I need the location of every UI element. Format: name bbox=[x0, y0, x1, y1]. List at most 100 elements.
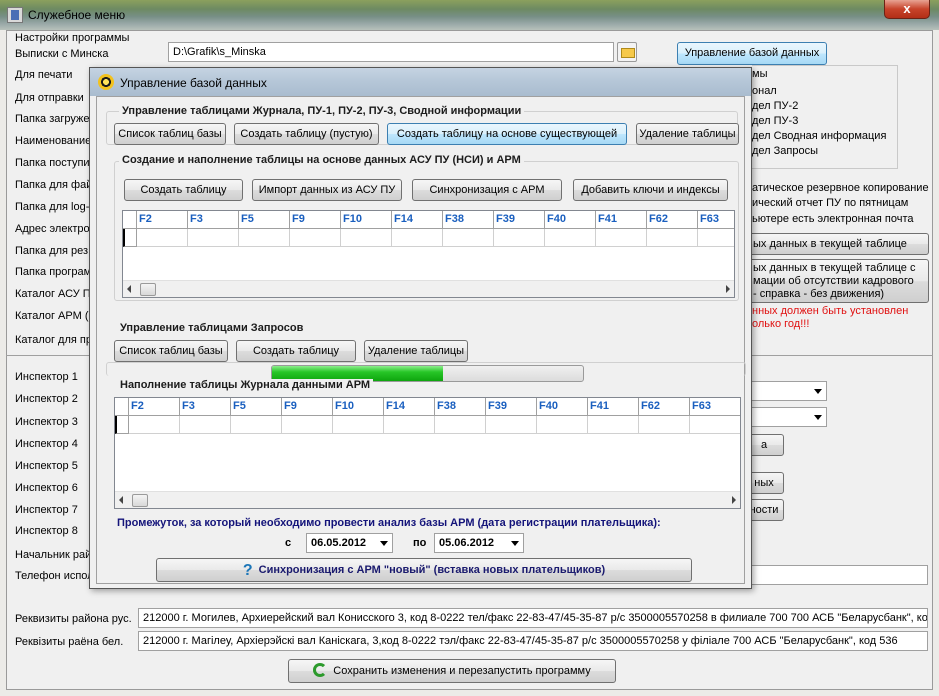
current-table-button[interactable]: ых данных в текущей таблице bbox=[744, 233, 929, 255]
grid-column-header[interactable]: F39 bbox=[486, 398, 537, 416]
grid-column-header[interactable]: F5 bbox=[231, 398, 282, 416]
horizontal-scrollbar[interactable] bbox=[115, 491, 740, 508]
grid-cell[interactable] bbox=[545, 229, 596, 247]
import-asu-button[interactable]: Импорт данных из АСУ ПУ bbox=[252, 179, 402, 201]
inspector-label: Инспектор 1 bbox=[15, 371, 78, 383]
grid-column-header[interactable]: F39 bbox=[494, 211, 545, 229]
grid-column-header[interactable]: F14 bbox=[384, 398, 435, 416]
settings-row-label: Выписки с Минска bbox=[15, 48, 109, 60]
grid-cell[interactable] bbox=[137, 229, 188, 247]
grid-cell[interactable] bbox=[231, 416, 282, 434]
grid-column-header[interactable]: F10 bbox=[341, 211, 392, 229]
dialog-titlebar[interactable]: Управление базой данных bbox=[90, 68, 751, 96]
grid-cell[interactable] bbox=[698, 229, 734, 247]
grid-cell[interactable] bbox=[129, 416, 180, 434]
create-table-button[interactable]: Создать таблицу bbox=[124, 179, 243, 201]
grid-column-header[interactable]: F41 bbox=[588, 398, 639, 416]
grid-cell[interactable] bbox=[647, 229, 698, 247]
grid-cell[interactable] bbox=[690, 416, 740, 434]
minsk-path-input[interactable]: D:\Grafik\s_Minska bbox=[168, 42, 614, 62]
arm-data-grid[interactable]: F2 F3 F5 F9 F10 F14 F38 F39 F40 F41 F62 … bbox=[114, 397, 741, 509]
grid-column-header[interactable]: F63 bbox=[690, 398, 740, 416]
query-list-tables-button[interactable]: Список таблиц базы bbox=[114, 340, 228, 362]
grid-column-header[interactable]: F40 bbox=[537, 398, 588, 416]
grid-column-header[interactable]: F9 bbox=[290, 211, 341, 229]
grid-row[interactable] bbox=[115, 416, 740, 434]
inspector-label: Инспектор 4 bbox=[15, 438, 78, 450]
grid-cell[interactable] bbox=[443, 229, 494, 247]
checkbox-label[interactable]: ический отчет ПУ по пятницам bbox=[752, 197, 908, 209]
asu-data-grid[interactable]: F2 F3 F5 F9 F10 F14 F38 F39 F40 F41 F62 … bbox=[122, 210, 735, 298]
rekv-bel-input[interactable]: 212000 г. Магілеу, Архіерэйскі вал Каніс… bbox=[138, 631, 928, 651]
grid-cell[interactable] bbox=[239, 229, 290, 247]
chevron-down-icon[interactable] bbox=[380, 541, 388, 546]
grid-cell[interactable] bbox=[588, 416, 639, 434]
grid-cell[interactable] bbox=[333, 416, 384, 434]
current-table-multiline-button[interactable]: ых данных в текущей таблице с мации об о… bbox=[744, 259, 929, 303]
grid-column-header[interactable]: F2 bbox=[129, 398, 180, 416]
checkbox-label[interactable]: ьютере есть электронная почта bbox=[752, 213, 914, 225]
grid-column-header[interactable]: F62 bbox=[647, 211, 698, 229]
delete-table-button[interactable]: Удаление таблицы bbox=[636, 123, 739, 145]
sync-new-button[interactable]: ? Синхронизация с АРМ "новый" (вставка но… bbox=[156, 558, 692, 582]
grid-cell[interactable] bbox=[639, 416, 690, 434]
list-tables-button[interactable]: Список таблиц базы bbox=[114, 123, 226, 145]
grid-cell[interactable] bbox=[435, 416, 486, 434]
grid-column-header[interactable]: F38 bbox=[435, 398, 486, 416]
scroll-left-icon[interactable] bbox=[127, 285, 131, 293]
folder-icon[interactable] bbox=[617, 42, 637, 62]
inspector-label: Инспектор 8 bbox=[15, 525, 78, 537]
scroll-right-icon[interactable] bbox=[726, 285, 730, 293]
create-empty-table-button[interactable]: Создать таблицу (пустую) bbox=[234, 123, 379, 145]
scroll-thumb[interactable] bbox=[140, 283, 156, 296]
horizontal-scrollbar[interactable] bbox=[123, 280, 734, 297]
grid-column-header[interactable]: F38 bbox=[443, 211, 494, 229]
grid-column-header[interactable]: F5 bbox=[239, 211, 290, 229]
grid-cell[interactable] bbox=[341, 229, 392, 247]
inspector-combo[interactable] bbox=[750, 407, 827, 427]
scroll-thumb[interactable] bbox=[132, 494, 148, 507]
grid-cell[interactable] bbox=[180, 416, 231, 434]
sync-arm-button[interactable]: Синхронизация с АРМ bbox=[412, 179, 562, 201]
to-date-picker[interactable]: 05.06.2012 bbox=[434, 533, 524, 553]
grid-column-header[interactable]: F3 bbox=[180, 398, 231, 416]
grid-column-header[interactable]: F63 bbox=[698, 211, 734, 229]
phone-input[interactable] bbox=[750, 565, 928, 585]
grid-cell[interactable] bbox=[596, 229, 647, 247]
from-date-picker[interactable]: 06.05.2012 bbox=[306, 533, 393, 553]
query-delete-table-button[interactable]: Удаление таблицы bbox=[364, 340, 468, 362]
grid-cell[interactable] bbox=[188, 229, 239, 247]
scroll-right-icon[interactable] bbox=[732, 496, 736, 504]
grid-column-header[interactable]: F14 bbox=[392, 211, 443, 229]
grid-column-header[interactable]: F62 bbox=[639, 398, 690, 416]
rekv-rus-input[interactable]: 212000 г. Могилев, Архиерейский вал Кони… bbox=[138, 608, 928, 628]
grid-column-header[interactable]: F40 bbox=[545, 211, 596, 229]
db-management-button[interactable]: Управление базой данных bbox=[677, 42, 827, 65]
grid-column-header[interactable]: F41 bbox=[596, 211, 647, 229]
add-keys-button[interactable]: Добавить ключи и индексы bbox=[573, 179, 728, 201]
grid-column-header[interactable]: F10 bbox=[333, 398, 384, 416]
grid-cell[interactable] bbox=[282, 416, 333, 434]
settings-row-label: Каталог АСУ П bbox=[15, 288, 91, 300]
grid-column-header[interactable]: F2 bbox=[137, 211, 188, 229]
checkbox-label[interactable]: атическое резервное копирование bbox=[752, 182, 929, 194]
grid-row[interactable] bbox=[123, 229, 734, 247]
close-button[interactable]: x bbox=[884, 0, 930, 19]
scroll-left-icon[interactable] bbox=[119, 496, 123, 504]
grid-cell[interactable] bbox=[392, 229, 443, 247]
grid-column-header[interactable]: F9 bbox=[282, 398, 333, 416]
grid-column-header[interactable]: F3 bbox=[188, 211, 239, 229]
grid-cell[interactable] bbox=[384, 416, 435, 434]
grid-cell[interactable] bbox=[537, 416, 588, 434]
grid-cell[interactable] bbox=[486, 416, 537, 434]
inspector-combo[interactable] bbox=[750, 381, 827, 401]
create-from-existing-button[interactable]: Создать таблицу на основе существующей bbox=[387, 123, 627, 145]
main-titlebar[interactable]: Служебное меню x bbox=[0, 0, 939, 30]
chevron-down-icon[interactable] bbox=[511, 541, 519, 546]
grid-cell[interactable] bbox=[494, 229, 545, 247]
save-restart-button[interactable]: Сохранить изменения и перезапустить прог… bbox=[288, 659, 616, 683]
grid-cell[interactable] bbox=[290, 229, 341, 247]
grid-header: F2 F3 F5 F9 F10 F14 F38 F39 F40 F41 F62 … bbox=[115, 398, 740, 416]
dialog-body: Управление таблицами Журнала, ПУ-1, ПУ-2… bbox=[96, 96, 746, 584]
query-create-table-button[interactable]: Создать таблицу bbox=[236, 340, 356, 362]
